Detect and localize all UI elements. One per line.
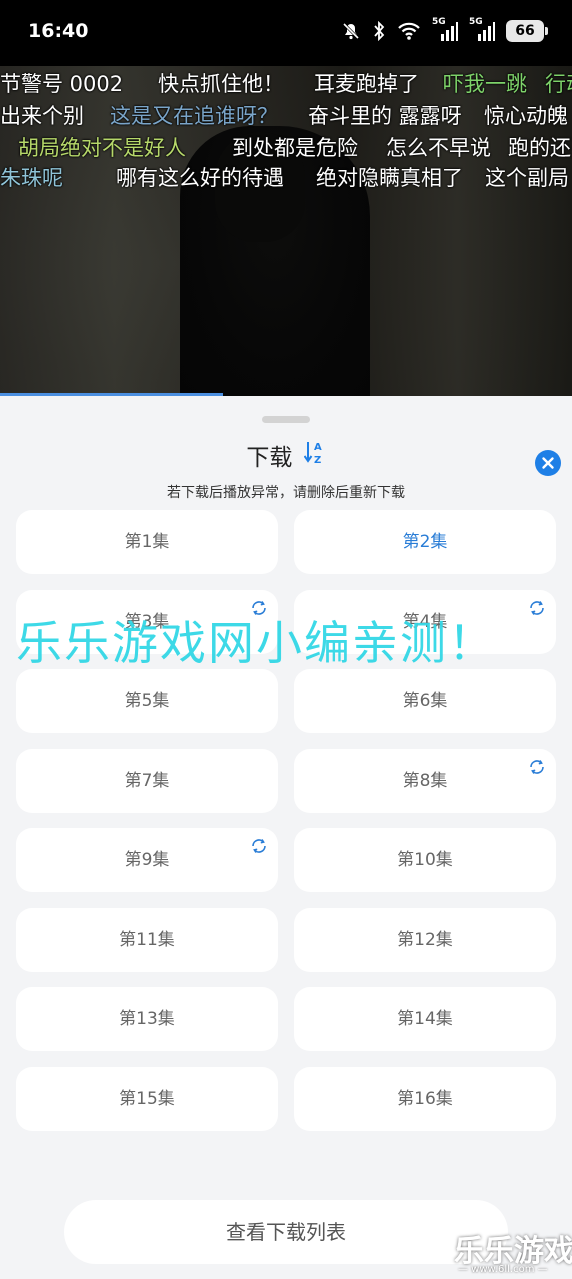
episode-button[interactable]: 第13集	[16, 987, 278, 1051]
watermark-text: 乐乐游戏网小编亲测！	[16, 616, 496, 670]
svg-text:A: A	[314, 442, 322, 453]
episode-button[interactable]: 第2集	[294, 510, 556, 574]
danmaku-comment: 怎么不早说	[386, 136, 491, 160]
danmaku-comment: 绝对隐瞒真相了	[316, 166, 463, 190]
episode-button[interactable]: 第9集	[16, 828, 278, 892]
status-icons: 5G 5G 66	[341, 17, 548, 42]
episode-label: 第2集	[402, 532, 448, 552]
download-sheet: 下载 A Z 若下载后播放异常，请删除后重新下载 第1集 第2集 第3集 第4集 第5集…	[0, 400, 572, 1279]
logo-url: — www.6ll.com —	[458, 1264, 548, 1275]
danmaku-comment: 奋斗里的 露露呀	[308, 104, 462, 128]
download-hint: 若下载后播放异常，请删除后重新下载	[167, 485, 405, 501]
sort-a-z-icon[interactable]: A Z	[303, 439, 326, 471]
episode-label: 第1集	[124, 532, 170, 552]
episode-button[interactable]: 第6集	[294, 669, 556, 733]
svg-text:Z: Z	[314, 455, 321, 465]
danmaku-comment: 惊心动魄	[484, 104, 568, 128]
danmaku-comment: 快点抓住他！	[158, 72, 284, 96]
episode-label: 第8集	[402, 770, 448, 791]
danmaku-comment: 哪有这么好的待遇	[116, 166, 284, 190]
wifi-icon	[397, 21, 421, 41]
view-download-list-button[interactable]: 查看下载列表	[64, 1200, 508, 1264]
episode-button[interactable]: 第10集	[294, 828, 556, 892]
mute-icon	[341, 21, 361, 41]
danmaku-comment: 吓我一跳	[443, 72, 527, 96]
episode-button[interactable]: 第8集	[294, 748, 556, 813]
episode-label: 第9集	[124, 850, 170, 870]
episode-label: 第10集	[397, 850, 453, 870]
danmaku-comment: 跑的还	[508, 136, 571, 160]
signal-5g-icon: 5G	[469, 17, 495, 42]
episode-label: 第11集	[119, 929, 175, 950]
danmaku-comment: 这是又在追谁呀？	[110, 104, 278, 128]
danmaku-comment: 到处都是危险	[232, 136, 358, 160]
bluetooth-icon	[372, 21, 386, 41]
episode-button[interactable]: 第1集	[16, 510, 278, 574]
episode-button[interactable]: 第15集	[16, 1066, 278, 1131]
episode-label: 第5集	[124, 691, 170, 711]
network-label-2: 5G	[469, 17, 483, 27]
danmaku-comment: 耳麦跑掉了	[314, 72, 419, 96]
video-player[interactable]: 节警号 0002 快点抓住他！ 耳麦跑掉了吓我一跳行动出来个别 这是又在追谁呀？ 奋斗里…	[0, 66, 572, 396]
episode-label: 第7集	[124, 770, 170, 791]
sheet-title: 下载	[246, 445, 293, 471]
network-label-1: 5G	[432, 17, 446, 27]
video-progress-bar[interactable]	[0, 393, 224, 396]
danmaku-comment: 这个副局	[485, 166, 569, 190]
battery-icon: 66	[506, 20, 548, 42]
episode-label: 第13集	[119, 1009, 175, 1029]
episode-button[interactable]: 第14集	[294, 987, 556, 1051]
episode-label: 第12集	[397, 929, 453, 950]
episode-button[interactable]: 第16集	[294, 1066, 556, 1131]
close-icon	[542, 457, 554, 469]
episode-button[interactable]: 第11集	[16, 907, 278, 972]
episode-button[interactable]: 第7集	[16, 748, 278, 813]
episode-button[interactable]: 第12集	[294, 907, 556, 972]
status-time: 16:40	[28, 20, 89, 42]
episode-label: 第16集	[397, 1088, 453, 1109]
episode-button[interactable]: 第5集	[16, 669, 278, 733]
close-button[interactable]	[535, 450, 561, 476]
signal-5g-icon: 5G	[432, 17, 458, 42]
danmaku-comment: 行动	[545, 72, 572, 96]
danmaku-comment: 朱珠呢	[0, 166, 63, 190]
status-bar: 16:40 5G 5G 66	[0, 0, 572, 66]
downloading-icon	[250, 818, 268, 882]
drag-handle[interactable]	[262, 416, 310, 423]
episode-label: 第14集	[397, 1009, 453, 1029]
danmaku-comment: 胡局绝对不是好人	[18, 136, 186, 160]
danmaku-comment: 出来个别	[0, 104, 84, 128]
downloading-icon	[528, 739, 546, 803]
sheet-title-row: 下载 A Z	[0, 438, 572, 472]
episode-label: 第6集	[402, 691, 448, 711]
danmaku-comment: 节警号 0002	[0, 72, 124, 96]
site-logo: 乐乐游戏 — www.6ll.com —	[454, 1226, 572, 1279]
downloading-icon	[528, 580, 546, 644]
episode-label: 第15集	[119, 1088, 175, 1109]
